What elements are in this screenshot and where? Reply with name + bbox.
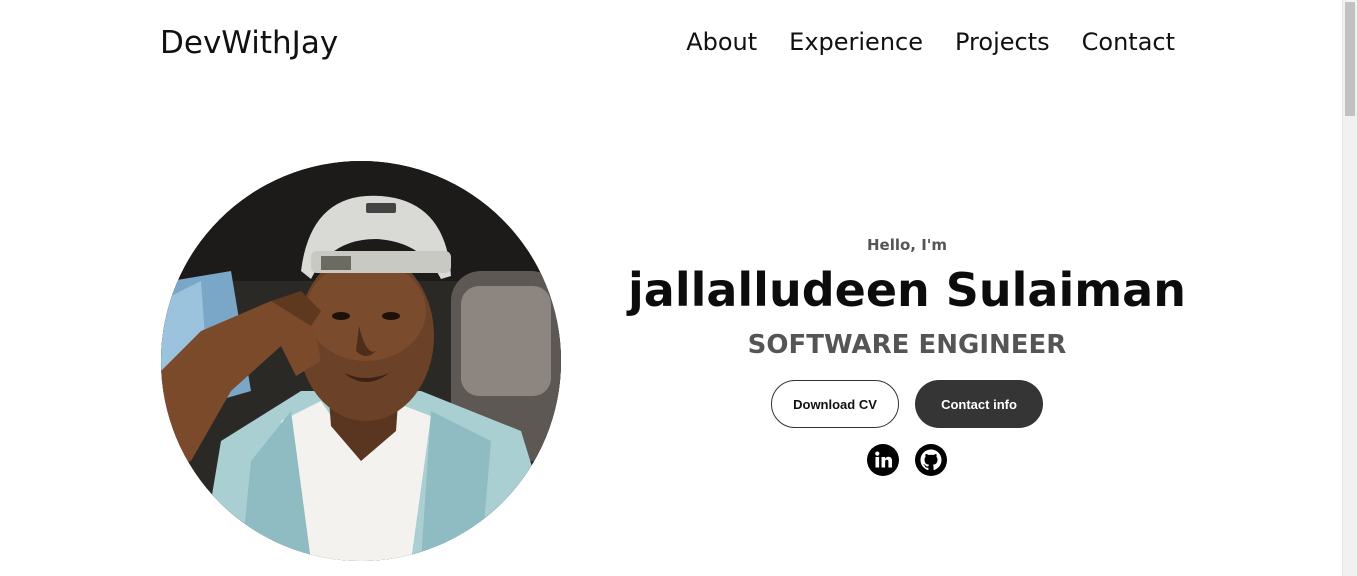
profile-photo-illustration [161,161,561,561]
hero-greeting: Hello, I'm [866,236,948,254]
hero-section: Hello, I'm jallalludeen Sulaiman SOFTWAR… [610,236,1204,476]
main-nav: About Experience Projects Contact [686,28,1175,56]
contact-info-button[interactable]: Contact info [915,380,1043,428]
nav-link-experience[interactable]: Experience [789,28,923,56]
nav-link-contact[interactable]: Contact [1082,28,1175,56]
social-links [610,444,1204,476]
linkedin-icon[interactable] [867,444,899,476]
hero-role: SOFTWARE ENGINEER [747,330,1067,360]
profile-photo [161,161,561,561]
portfolio-page: DevWithJay About Experience Projects Con… [0,0,1357,576]
hero-buttons: Download CV Contact info [610,380,1204,428]
page-scrollbar[interactable] [1342,0,1357,576]
github-icon[interactable] [915,444,947,476]
nav-link-about[interactable]: About [686,28,757,56]
site-logo[interactable]: DevWithJay [160,25,338,61]
download-cv-button[interactable]: Download CV [771,380,899,428]
hero-name: jallalludeen Sulaiman [628,263,1186,317]
scrollbar-thumb[interactable] [1345,2,1355,116]
nav-link-projects[interactable]: Projects [955,28,1050,56]
